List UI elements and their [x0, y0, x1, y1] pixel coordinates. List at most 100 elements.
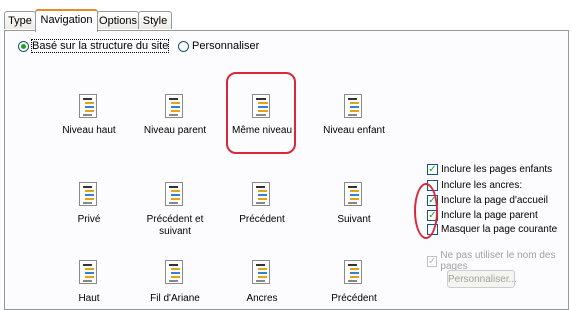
page-icon: [79, 94, 97, 118]
page-icon-line: [350, 198, 359, 200]
page-icon: [165, 94, 183, 118]
page-icon: [344, 260, 362, 284]
tab-type[interactable]: Type: [4, 11, 36, 29]
page-icon-line: [83, 202, 92, 204]
nav-option-label: Ancres: [246, 293, 278, 304]
tab-navigation[interactable]: Navigation: [35, 9, 98, 32]
radio-custom[interactable]: Personnaliser: [178, 40, 259, 52]
nav-option[interactable]: Niveau parent: [130, 92, 220, 136]
page-structure-icon[interactable]: [342, 258, 366, 288]
page-icon-line: [258, 190, 267, 192]
option-checkbox[interactable]: Masquer la page courante: [427, 224, 557, 235]
page-icon-line: [169, 98, 178, 100]
nav-option[interactable]: Précédent: [217, 180, 307, 225]
nav-option-label: Précédent: [239, 214, 285, 225]
page-structure-icon[interactable]: [77, 258, 101, 288]
page-icon-line: [350, 194, 359, 196]
page-icon-line: [171, 272, 180, 274]
page-icon-line: [258, 198, 267, 200]
page-icon-line: [350, 106, 359, 108]
page-icon-line: [169, 114, 178, 116]
page-structure-icon[interactable]: [250, 258, 274, 288]
page-structure-icon[interactable]: [342, 92, 366, 122]
nav-option-label: Niveau haut: [62, 125, 116, 136]
page-icon-line: [171, 194, 180, 196]
nav-option-label: Précédent et suivant: [146, 214, 204, 237]
page-icon: [252, 260, 270, 284]
page-icon-line: [85, 268, 94, 270]
radio-structure[interactable]: Basé sur la structure du site: [18, 39, 170, 53]
page-icon-line: [348, 98, 357, 100]
page-icon: [252, 182, 270, 206]
page-icon-line: [85, 272, 94, 274]
page-icon-line: [171, 110, 180, 112]
radio-custom-indicator[interactable]: [178, 40, 189, 52]
page-icon: [79, 260, 97, 284]
nav-option-label: Niveau enfant: [323, 125, 385, 136]
option-checkbox[interactable]: ✓ Inclure la page parent: [427, 210, 538, 221]
page-icon-line: [258, 276, 267, 278]
selection-highlight: [226, 72, 296, 154]
nav-option-label: Suivant: [337, 214, 371, 225]
page-icon-line: [169, 264, 178, 266]
page-icon-line: [83, 114, 92, 116]
checkbox-no-page-names[interactable]: ✓ Ne pas utiliser le nom des pages: [427, 250, 572, 272]
nav-option[interactable]: Fil d'Ariane: [130, 258, 220, 304]
option-checkbox-label: Inclure les ancres:: [441, 180, 523, 191]
nav-option[interactable]: Haut: [44, 258, 134, 304]
tab-style[interactable]: Style: [138, 11, 172, 29]
page-icon-line: [83, 264, 92, 266]
page-icon-line: [85, 110, 94, 112]
page-icon-line: [85, 102, 94, 104]
page-structure-icon[interactable]: [250, 180, 274, 210]
page-structure-icon[interactable]: [342, 180, 366, 210]
nav-option-label: Privé: [77, 214, 101, 225]
nav-option-label: Niveau parent: [143, 125, 207, 136]
page-structure-icon[interactable]: [77, 92, 101, 122]
page-icon-line: [85, 198, 94, 200]
page-icon-line: [348, 264, 357, 266]
checkbox-no-page-names-box[interactable]: ✓: [427, 255, 438, 267]
nav-option-label: Haut: [78, 293, 100, 304]
nav-option[interactable]: Privé: [44, 180, 134, 225]
page-icon-line: [258, 268, 267, 270]
page-icon-line: [171, 268, 180, 270]
nav-option[interactable]: Niveau enfant: [309, 92, 399, 136]
page-icon: [344, 94, 362, 118]
page-structure-icon[interactable]: [77, 180, 101, 210]
page-icon-line: [83, 98, 92, 100]
page-icon-line: [348, 186, 357, 188]
page-structure-icon[interactable]: [163, 258, 187, 288]
page-icon-line: [85, 194, 94, 196]
page-icon-line: [348, 114, 357, 116]
page-icon-line: [83, 280, 92, 282]
radio-structure-indicator[interactable]: [18, 40, 29, 52]
option-checkbox[interactable]: Inclure les ancres:: [427, 180, 522, 191]
page-structure-icon[interactable]: [163, 180, 187, 210]
option-checkbox-label: Inclure les pages enfants: [441, 164, 553, 175]
page-icon-line: [169, 280, 178, 282]
annotation-oval: [414, 183, 438, 239]
option-checkbox[interactable]: ✓ Inclure les pages enfants: [427, 164, 552, 175]
page-icon-line: [256, 202, 265, 204]
option-checkbox-label: Masquer la page courante: [441, 224, 558, 235]
option-checkbox[interactable]: ✓ Inclure la page d'accueil: [427, 195, 548, 206]
page-icon-line: [171, 102, 180, 104]
nav-option[interactable]: Suivant: [309, 180, 399, 225]
customize-button[interactable]: Personnaliser...: [447, 270, 517, 288]
nav-option-label: Précédent: [331, 293, 377, 304]
page-icon-line: [171, 190, 180, 192]
tab-options[interactable]: Options: [97, 11, 139, 29]
nav-option-label: Fil d'Ariane: [150, 293, 200, 304]
page-icon-line: [350, 272, 359, 274]
nav-option[interactable]: Ancres: [217, 258, 307, 304]
page-icon-line: [350, 190, 359, 192]
page-icon: [79, 182, 97, 206]
option-checkbox-box[interactable]: ✓: [427, 164, 438, 175]
page-structure-icon[interactable]: [163, 92, 187, 122]
nav-option[interactable]: Précédent: [309, 258, 399, 304]
nav-option[interactable]: Précédent et suivant: [130, 180, 220, 237]
option-checkbox-label: Inclure la page parent: [441, 210, 538, 221]
page-icon-line: [350, 110, 359, 112]
nav-option[interactable]: Niveau haut: [44, 92, 134, 136]
